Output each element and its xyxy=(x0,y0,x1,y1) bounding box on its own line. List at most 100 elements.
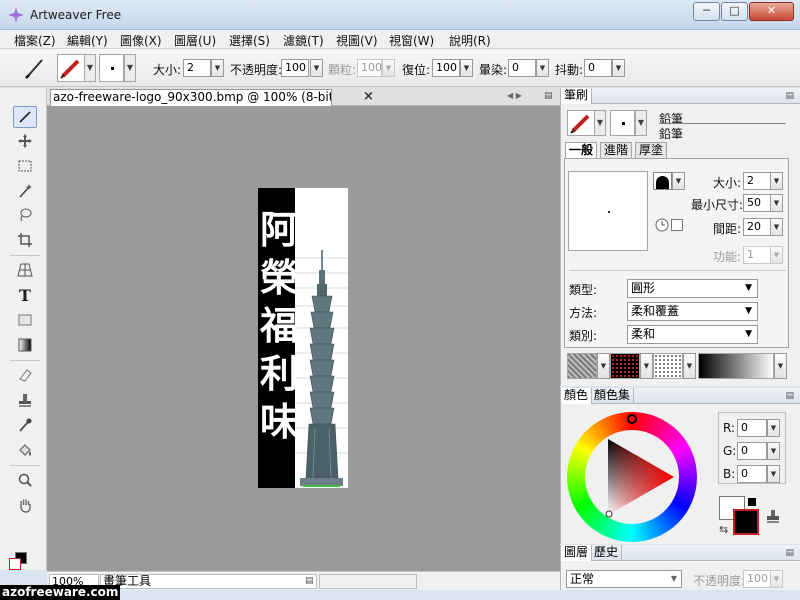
blue-dropdown[interactable]: ▼ xyxy=(767,465,780,483)
stipple-swatch[interactable] xyxy=(653,353,683,379)
pattern-dropdown[interactable]: ▼ xyxy=(640,353,653,379)
hand-tool[interactable] xyxy=(13,494,37,516)
swap-colors-icon[interactable]: ⇆ xyxy=(719,523,728,536)
panel-brush-preset[interactable] xyxy=(567,110,595,136)
move-tool[interactable] xyxy=(13,130,37,152)
brush-shape-dropdown[interactable]: ▼ xyxy=(124,54,136,82)
close-document-icon[interactable]: × xyxy=(363,89,374,104)
pattern-swatch[interactable] xyxy=(610,353,640,379)
tab-scroll-arrows[interactable]: ◀ ▶ xyxy=(507,91,522,100)
jitter-dropdown[interactable]: ▼ xyxy=(612,59,625,77)
menu-edit[interactable]: 編輯(Y) xyxy=(67,32,108,49)
spacing-field[interactable]: 20 xyxy=(743,218,771,236)
brush-size-dropdown[interactable]: ▼ xyxy=(770,172,783,190)
toolbox-color-swatch[interactable] xyxy=(9,552,31,570)
green-field[interactable]: 0 xyxy=(737,442,767,460)
minimize-button[interactable]: ─ xyxy=(693,2,720,21)
menu-view[interactable]: 視圖(V) xyxy=(336,32,378,49)
eyedropper-tool[interactable] xyxy=(13,414,37,436)
document-menu-icon[interactable]: ▤ xyxy=(544,91,553,101)
panel-brush-preset-dropdown[interactable]: ▼ xyxy=(594,110,606,136)
opacity-field[interactable]: 100 xyxy=(281,59,309,77)
reset-field[interactable]: 100 xyxy=(432,59,460,77)
fill-tool[interactable] xyxy=(13,439,37,461)
hue-marker[interactable] xyxy=(627,414,637,424)
brush-tip-dropdown[interactable]: ▼ xyxy=(672,172,685,190)
shape-tool[interactable] xyxy=(13,309,37,331)
image-canvas[interactable]: 阿 榮 福 利 味 xyxy=(258,188,348,488)
crop-tool[interactable] xyxy=(13,229,37,251)
brush-shape-picker[interactable] xyxy=(99,54,124,82)
tab-layers[interactable]: 圖層 xyxy=(561,545,593,561)
close-button[interactable]: ✕ xyxy=(749,2,794,21)
method-select[interactable]: 柔和覆蓋 ▼ xyxy=(627,302,758,321)
tab-color[interactable]: 顏色 xyxy=(561,388,593,404)
default-colors-icon[interactable] xyxy=(748,498,756,506)
jitter-field[interactable]: 0 xyxy=(584,59,612,77)
opacity-dropdown[interactable]: ▼ xyxy=(310,59,323,77)
gradient-swatch-dropdown[interactable]: ▼ xyxy=(774,353,787,379)
menu-window[interactable]: 視窗(W) xyxy=(389,32,434,49)
panel-brush-shape-dropdown[interactable]: ▼ xyxy=(635,110,647,136)
brush-size-label: 大小: xyxy=(713,176,742,190)
size-field[interactable]: 2 xyxy=(183,59,211,77)
gradient-tool[interactable] xyxy=(13,334,37,356)
tab-brushes[interactable]: 筆刷 xyxy=(561,88,593,104)
bleed-dropdown[interactable]: ▼ xyxy=(536,59,549,77)
panel-menu-icon[interactable]: ▤ xyxy=(785,91,794,101)
menu-help[interactable]: 說明(R) xyxy=(449,32,491,49)
document-tab[interactable]: azo-freeware-logo_90x300.bmp @ 100% (8-b… xyxy=(50,89,332,106)
brush-preset-picker[interactable] xyxy=(57,54,85,82)
stamp-tool[interactable] xyxy=(13,389,37,411)
menu-select[interactable]: 選擇(S) xyxy=(229,32,270,49)
category-select[interactable]: 柔和 ▼ xyxy=(627,325,758,344)
bleed-field[interactable]: 0 xyxy=(508,59,536,77)
size-dropdown[interactable]: ▼ xyxy=(211,59,224,77)
panel-menu-icon[interactable]: ▤ xyxy=(785,548,794,558)
pressure-checkbox[interactable] xyxy=(671,219,683,231)
tab-impasto[interactable]: 厚塗 xyxy=(635,142,668,158)
tab-general[interactable]: 一般 xyxy=(565,142,598,158)
text-tool[interactable]: T xyxy=(13,284,37,306)
min-size-dropdown[interactable]: ▼ xyxy=(770,194,783,212)
rect-select-tool[interactable] xyxy=(13,155,37,177)
green-dropdown[interactable]: ▼ xyxy=(767,442,780,460)
brush-tool[interactable] xyxy=(13,106,37,128)
panel-brush-shape[interactable] xyxy=(610,110,635,136)
gradient-swatch[interactable] xyxy=(698,353,774,379)
menu-filter[interactable]: 濾鏡(T) xyxy=(283,32,324,49)
lasso-tool[interactable] xyxy=(13,204,37,226)
brush-preset-dropdown[interactable]: ▼ xyxy=(84,54,96,82)
tab-color-sets[interactable]: 顏色集 xyxy=(591,388,635,404)
tab-history[interactable]: 歷史 xyxy=(591,545,623,561)
blend-mode-select[interactable]: 正常 ▼ xyxy=(566,570,682,588)
brush-size-field[interactable]: 2 xyxy=(743,172,771,190)
menu-file[interactable]: 檔案(Z) xyxy=(14,32,56,49)
color-marker[interactable] xyxy=(605,510,613,518)
texture-paper-dropdown[interactable]: ▼ xyxy=(597,353,610,379)
canvas-area[interactable]: 阿 榮 福 利 味 xyxy=(47,106,560,571)
status-menu-icon[interactable]: ▤ xyxy=(305,576,314,586)
type-select[interactable]: 圓形 ▼ xyxy=(627,279,758,298)
saturation-value-triangle[interactable] xyxy=(567,412,697,542)
red-dropdown[interactable]: ▼ xyxy=(767,419,780,437)
panel-menu-icon[interactable]: ▤ xyxy=(785,391,794,401)
maximize-button[interactable]: □ xyxy=(721,2,748,21)
menu-layer[interactable]: 圖層(U) xyxy=(174,32,216,49)
stipple-dropdown[interactable]: ▼ xyxy=(683,353,696,379)
brush-tip-shape[interactable] xyxy=(653,172,672,190)
eraser-tool[interactable] xyxy=(13,364,37,386)
magic-wand-tool[interactable] xyxy=(13,180,37,202)
stamp-icon[interactable] xyxy=(765,508,781,524)
perspective-tool[interactable] xyxy=(13,259,37,281)
foreground-color-swatch[interactable] xyxy=(733,509,759,535)
menu-image[interactable]: 圖像(X) xyxy=(120,32,162,49)
red-field[interactable]: 0 xyxy=(737,419,767,437)
tab-advanced[interactable]: 進階 xyxy=(600,142,633,158)
texture-paper-swatch[interactable] xyxy=(567,353,597,379)
blue-field[interactable]: 0 xyxy=(737,465,767,483)
zoom-tool[interactable] xyxy=(13,469,37,491)
reset-dropdown[interactable]: ▼ xyxy=(460,59,473,77)
min-size-field[interactable]: 50 xyxy=(743,194,771,212)
spacing-dropdown[interactable]: ▼ xyxy=(770,218,783,236)
